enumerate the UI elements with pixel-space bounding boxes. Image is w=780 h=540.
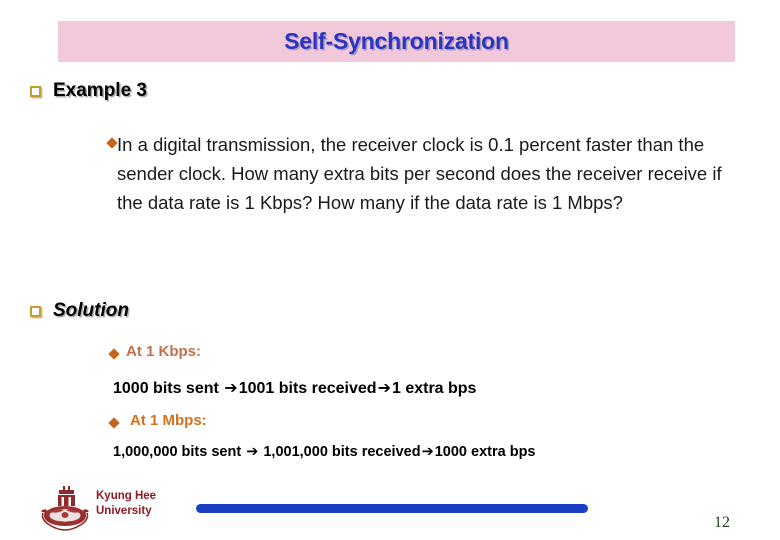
example-question-text: In a digital transmission, the receiver …	[117, 134, 722, 213]
footer-university-line1: Kyung Hee	[96, 490, 157, 502]
solution-item-kbps: At 1 Kbps:	[108, 343, 201, 360]
solution-heading-row: Solution	[30, 300, 129, 322]
mbps-calc-part2: 1,001,000 bits received	[259, 444, 421, 460]
kbps-calc-part1: 1000 bits sent	[113, 380, 224, 397]
diamond-bullet-icon	[108, 417, 120, 429]
example-heading-label: Example 3	[53, 80, 147, 101]
arrow-right-icon: ➔	[246, 444, 259, 460]
page-title: Self-Synchronization	[284, 28, 509, 54]
solution-item-mbps-calculation: 1,000,000 bits sent ➔ 1,001,000 bits rec…	[113, 444, 536, 460]
solution-heading-label: Solution	[53, 300, 129, 321]
example-question-block: In a digital transmission, the receiver …	[106, 130, 733, 217]
page-number: 12	[714, 514, 730, 531]
arrow-right-icon: ➔	[224, 378, 238, 397]
mbps-calc-part3: 1000 extra bps	[434, 444, 536, 460]
footer-university-name: Kyung Hee University	[96, 489, 156, 519]
diamond-bullet-icon	[108, 348, 120, 360]
solution-item-mbps: At 1 Mbps:	[108, 412, 207, 429]
slide-title-band: Self-Synchronization	[58, 21, 735, 62]
hollow-square-bullet-icon	[30, 86, 41, 97]
solution-item-mbps-label: At 1 Mbps:	[130, 412, 207, 429]
kyung-hee-university-crest-icon	[36, 486, 94, 532]
arrow-right-icon: ➔	[421, 444, 434, 460]
solution-item-kbps-label: At 1 Kbps:	[126, 343, 201, 360]
diamond-bullet-icon	[106, 137, 118, 149]
mbps-calc-part1: 1,000,000 bits sent	[113, 444, 246, 460]
example-heading-row: Example 3	[30, 80, 147, 102]
kbps-calc-part2: 1001 bits received	[238, 380, 377, 397]
hollow-square-bullet-icon	[30, 306, 41, 317]
arrow-right-icon: ➔	[377, 378, 391, 397]
kbps-calc-part3: 1 extra bps	[391, 380, 477, 397]
footer-university-line2: University	[96, 505, 152, 517]
footer-rule	[196, 504, 588, 513]
solution-item-kbps-calculation: 1000 bits sent ➔1001 bits received➔1 ext…	[113, 378, 476, 398]
